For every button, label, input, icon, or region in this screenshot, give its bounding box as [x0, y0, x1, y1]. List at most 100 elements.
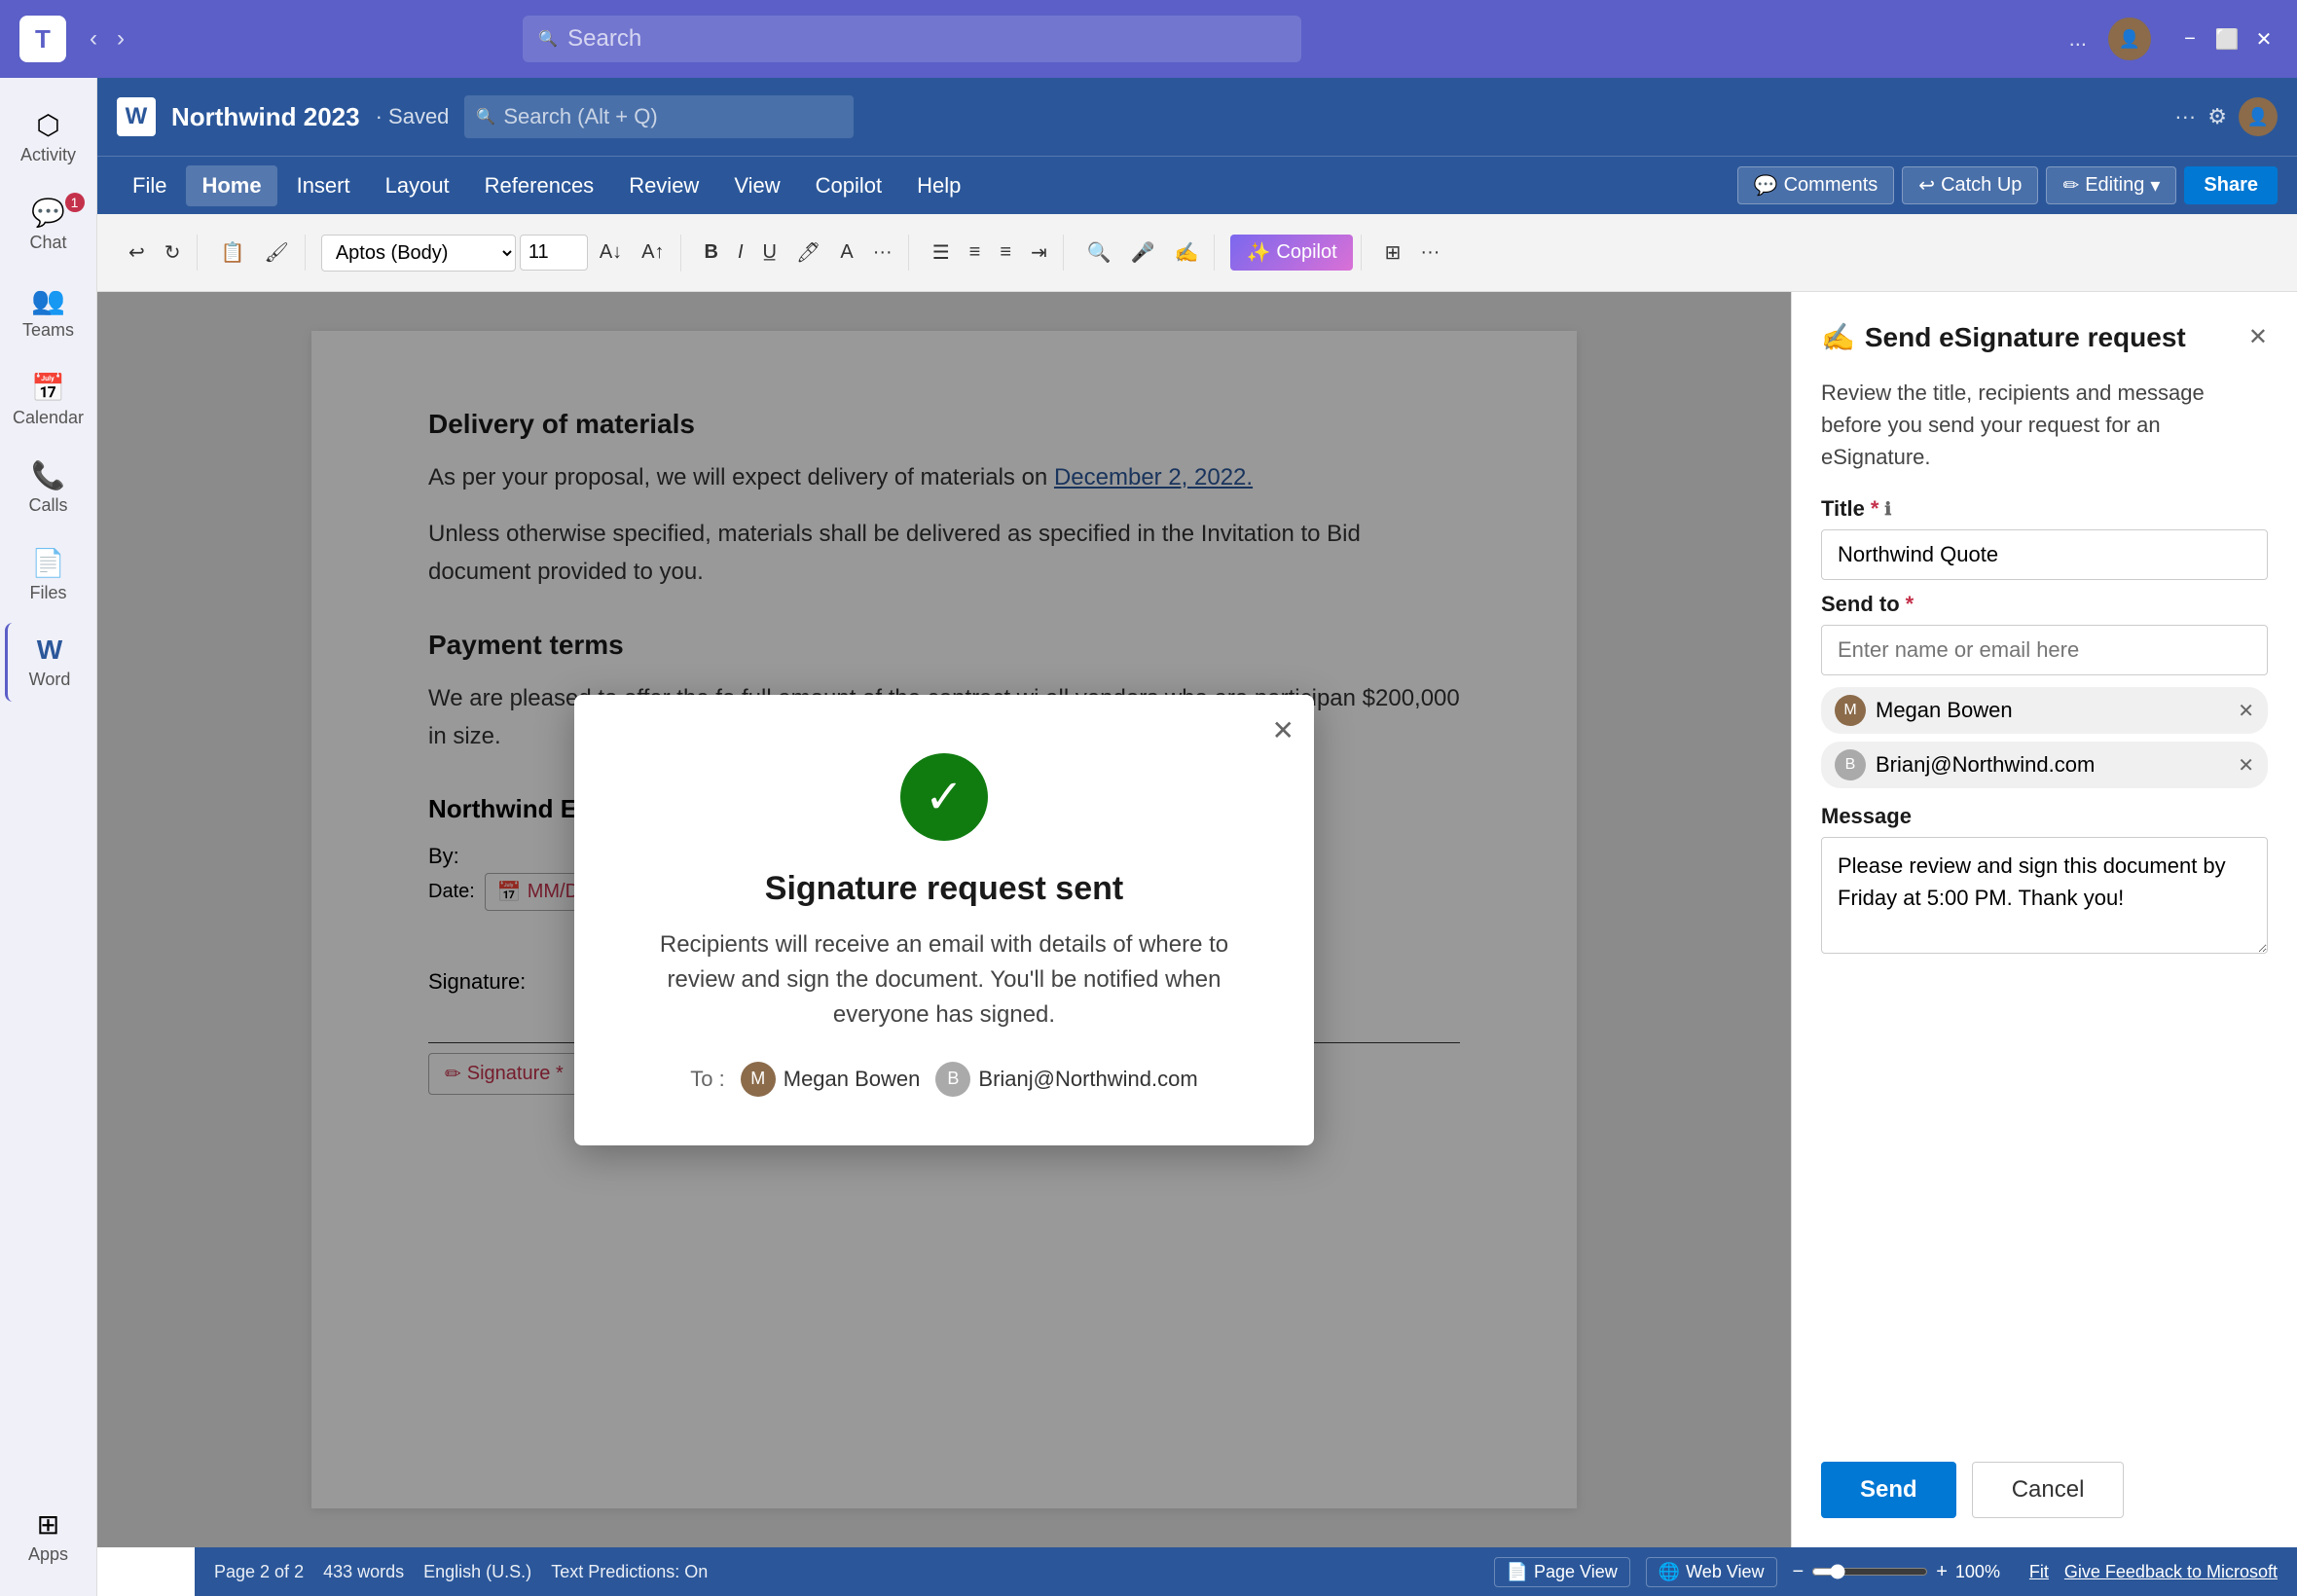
more-toolbar-button[interactable]: ···: [1412, 236, 1447, 270]
text-predictions: Text Predictions: On: [551, 1562, 708, 1582]
menu-references[interactable]: References: [469, 165, 610, 206]
document-area[interactable]: Delivery of materials As per your propos…: [97, 292, 1791, 1547]
dialog-close-button[interactable]: ✕: [1272, 714, 1294, 746]
word-settings-button[interactable]: ⚙: [2207, 104, 2227, 129]
bold-button[interactable]: B: [697, 236, 726, 270]
user-avatar[interactable]: 👤: [2108, 18, 2151, 60]
copilot-group: ✨ Copilot: [1222, 235, 1361, 271]
underline-button[interactable]: U̲: [755, 236, 784, 270]
menu-file[interactable]: File: [117, 165, 182, 206]
web-view-button[interactable]: 🌐 Web View: [1646, 1557, 1777, 1587]
sidebar-item-teams[interactable]: 👥 Teams: [5, 272, 92, 352]
dictate-button[interactable]: 🎤: [1123, 235, 1163, 271]
word-more-button[interactable]: ···: [2174, 104, 2196, 129]
sidebar-item-more[interactable]: ⊞ Apps: [5, 1497, 92, 1577]
editing-chevron-icon: ▾: [2150, 173, 2160, 198]
redo-button[interactable]: ↻: [157, 235, 189, 271]
catchup-label: Catch Up: [1941, 174, 2022, 197]
undo-button[interactable]: ↩: [121, 235, 153, 271]
font-size-decrease-button[interactable]: A↓: [592, 236, 630, 270]
message-field-label: Message: [1821, 804, 2268, 829]
minimize-button[interactable]: −: [2176, 25, 2204, 53]
share-button[interactable]: Share: [2184, 166, 2278, 204]
checkmark-icon: ✓: [925, 770, 964, 824]
bullets-button[interactable]: ☰: [925, 235, 958, 271]
more-options-button[interactable]: ...: [2063, 20, 2093, 57]
zoom-out-button[interactable]: −: [1793, 1561, 1805, 1583]
editor-button[interactable]: ✍: [1167, 235, 1207, 271]
global-search-bar[interactable]: 🔍: [523, 16, 1301, 62]
fit-button[interactable]: Fit: [2029, 1562, 2049, 1582]
title-input[interactable]: [1821, 529, 2268, 580]
align-button[interactable]: ≡: [992, 236, 1019, 270]
font-family-selector[interactable]: Aptos (Body): [321, 235, 516, 272]
feedback-button[interactable]: Give Feedback to Microsoft: [2064, 1562, 2278, 1582]
menu-insert[interactable]: Insert: [281, 165, 366, 206]
numbering-button[interactable]: ≡: [962, 236, 989, 270]
font-size-increase-button[interactable]: A↑: [634, 236, 672, 270]
catchup-button[interactable]: ↩ Catch Up: [1902, 166, 2038, 204]
close-button[interactable]: ✕: [2250, 25, 2278, 53]
font-size-input[interactable]: [520, 235, 588, 271]
search-icon: 🔍: [538, 29, 558, 49]
sidebar-item-calendar[interactable]: 📅 Calendar: [5, 360, 92, 440]
dialog-recipient-2-name: Brianj@Northwind.com: [978, 1067, 1197, 1092]
back-button[interactable]: ‹: [82, 21, 105, 56]
zoom-slider[interactable]: [1811, 1564, 1928, 1579]
global-search-input[interactable]: [567, 25, 1286, 53]
menu-help[interactable]: Help: [901, 165, 976, 206]
menu-view[interactable]: View: [718, 165, 795, 206]
cancel-button[interactable]: Cancel: [1972, 1462, 2125, 1518]
panel-close-button[interactable]: ✕: [2248, 323, 2268, 351]
sidebar-label-files: Files: [29, 583, 66, 603]
clipboard-group: 📋 🖌: [205, 235, 306, 271]
megan-name: Megan Bowen: [1876, 698, 2228, 723]
ribbon-toolbar: ↩ ↻ 📋 🖌 Aptos (Body) A↓ A↑ B I U̲ 🖊 A ··…: [97, 214, 2297, 292]
zoom-in-button[interactable]: +: [1936, 1561, 1948, 1583]
indent-button[interactable]: ⇥: [1023, 235, 1055, 271]
copilot-button[interactable]: ✨ Copilot: [1230, 235, 1352, 271]
remove-brianj-button[interactable]: ✕: [2238, 753, 2254, 778]
brianj-name: Brianj@Northwind.com: [1876, 752, 2228, 778]
menu-copilot[interactable]: Copilot: [800, 165, 897, 206]
menu-layout[interactable]: Layout: [370, 165, 465, 206]
page-view-button[interactable]: 📄 Page View: [1494, 1557, 1630, 1587]
dialog-recipient-2-avatar: B: [935, 1062, 970, 1097]
message-textarea[interactable]: Please review and sign this document by …: [1821, 837, 2268, 954]
sidebar-item-chat[interactable]: 💬 Chat 1: [5, 185, 92, 265]
find-button[interactable]: 🔍: [1079, 235, 1119, 271]
font-color-button[interactable]: A: [832, 236, 860, 270]
paste-button[interactable]: 📋: [213, 235, 253, 271]
view-options-button[interactable]: ⊞: [1377, 235, 1409, 271]
sidebar-item-files[interactable]: 📄 Files: [5, 535, 92, 615]
document-name: Northwind 2023: [171, 102, 360, 132]
sidebar-label-activity: Activity: [20, 145, 76, 165]
word-title-bar: W Northwind 2023 · Saved 🔍 ··· ⚙ 👤: [97, 78, 2297, 156]
sidebar-item-calls[interactable]: 📞 Calls: [5, 448, 92, 527]
esignature-icon: ✍: [1821, 321, 1855, 353]
send-button[interactable]: Send: [1821, 1462, 1956, 1518]
format-painter-button[interactable]: 🖌: [256, 235, 296, 271]
editing-label: Editing: [2085, 174, 2144, 197]
highlight-button[interactable]: 🖊: [788, 235, 828, 271]
sidebar-item-word[interactable]: W Word: [5, 623, 92, 702]
forward-button[interactable]: ›: [109, 21, 132, 56]
italic-button[interactable]: I: [730, 236, 751, 270]
comments-button[interactable]: 💬 Comments: [1737, 166, 1895, 204]
restore-button[interactable]: ⬜: [2213, 25, 2241, 53]
page-indicator: Page 2 of 2: [214, 1562, 304, 1582]
menu-right-actions: 💬 Comments ↩ Catch Up ✏ Editing ▾ Share: [1737, 166, 2278, 204]
menu-review[interactable]: Review: [613, 165, 714, 206]
recipient-search-input[interactable]: [1821, 625, 2268, 675]
editing-button[interactable]: ✏ Editing ▾: [2046, 166, 2176, 204]
menu-home[interactable]: Home: [186, 165, 276, 206]
sidebar-item-activity[interactable]: ⬡ Activity: [5, 97, 92, 177]
dialog-recipient-1-avatar: M: [741, 1062, 776, 1097]
more-formatting-button[interactable]: ···: [865, 236, 900, 270]
remove-megan-button[interactable]: ✕: [2238, 699, 2254, 723]
word-app-icon: W: [117, 97, 156, 136]
more-apps-icon: ⊞: [37, 1508, 59, 1541]
word-search-bar[interactable]: 🔍: [464, 95, 854, 138]
word-search-input[interactable]: [503, 104, 842, 129]
word-user-avatar[interactable]: 👤: [2239, 97, 2278, 136]
